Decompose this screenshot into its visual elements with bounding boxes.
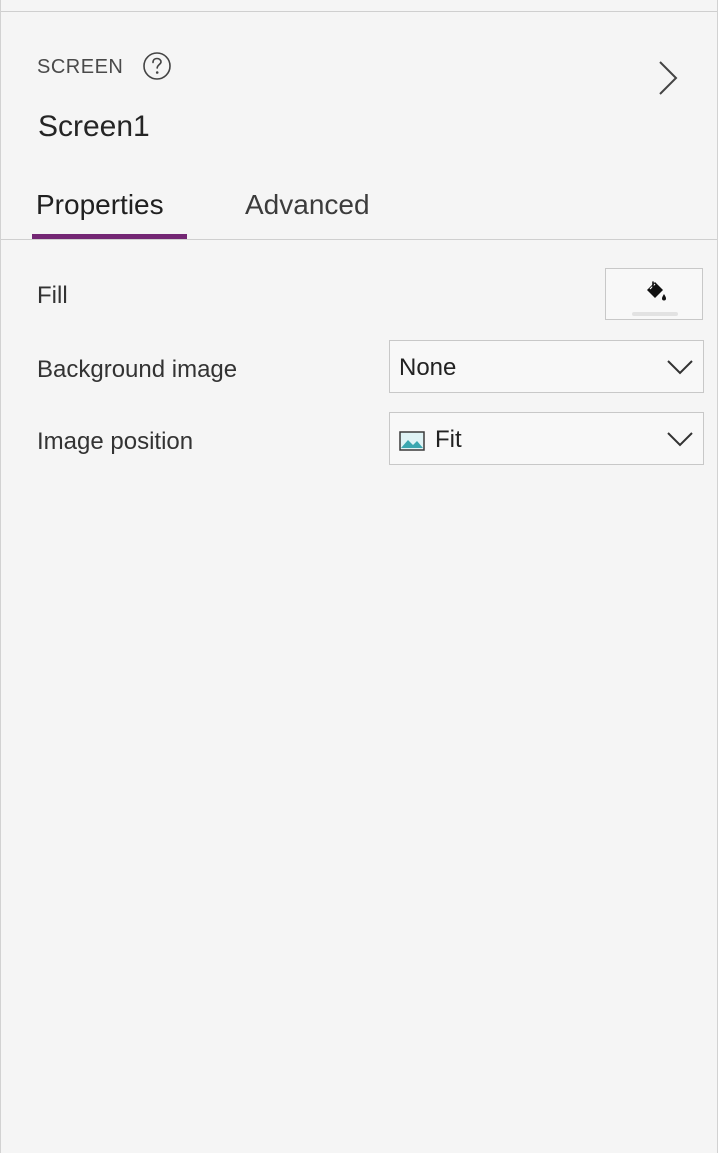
image-position-label: Image position [37,428,194,455]
section-label: SCREEN [37,56,124,78]
tab-properties[interactable]: Properties [36,189,164,221]
fill-color-swatch [632,312,678,316]
paint-bucket-icon [647,281,666,301]
chevron-down-icon [667,432,693,447]
background-image-label: Background image [37,356,238,383]
background-image-value: None [399,354,457,381]
top-divider [1,11,717,12]
fill-label: Fill [37,282,68,309]
image-position-value: Fit [435,426,462,453]
tab-advanced[interactable]: Advanced [245,189,370,221]
chevron-right-icon[interactable] [653,58,683,98]
tabs-divider [1,239,717,240]
image-icon [399,431,425,451]
question-circle-icon[interactable] [142,51,172,81]
background-image-dropdown[interactable]: None [389,340,704,393]
image-position-dropdown[interactable]: Fit [389,412,704,465]
properties-panel: SCREEN Screen1 Properties Advanced Fill … [0,0,718,1153]
screen-title: Screen1 [38,110,150,143]
chevron-down-icon [667,360,693,375]
fill-color-button[interactable] [605,268,703,320]
